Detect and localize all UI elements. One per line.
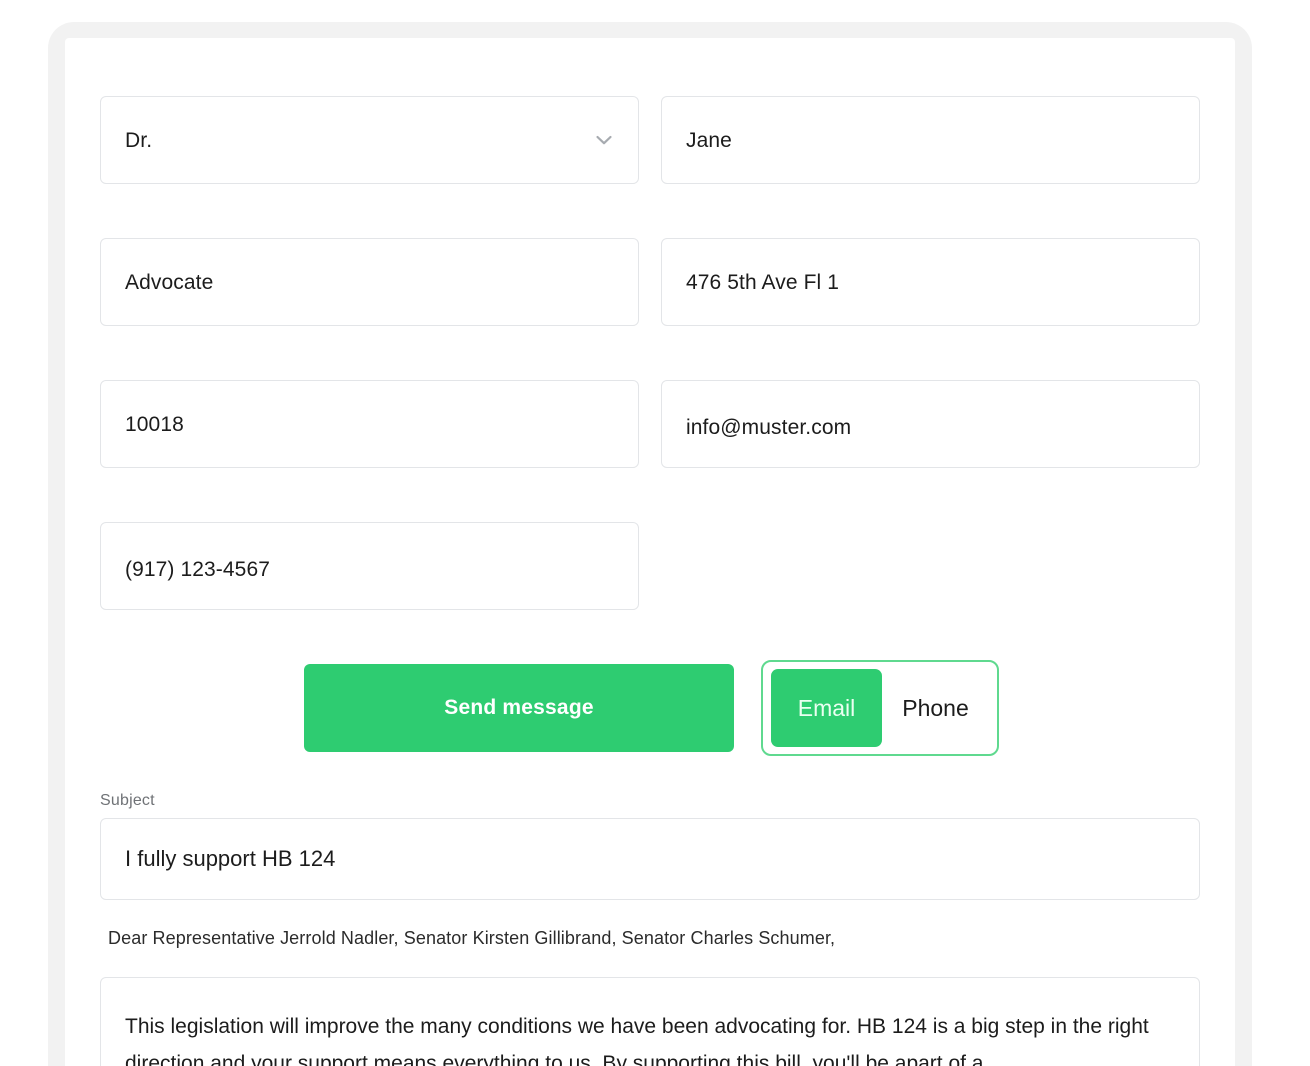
form-row-name: Dr. Jane	[100, 96, 1200, 184]
subject-value: I fully support HB 124	[125, 846, 336, 871]
zip-code-value: 10018	[125, 412, 184, 436]
message-textarea[interactable]: This legislation will improve the many c…	[100, 977, 1200, 1066]
email-field[interactable]: info@muster.com	[661, 380, 1200, 468]
form-row-role-address: Advocate 476 5th Ave Fl 1	[100, 238, 1200, 326]
role-field[interactable]: Advocate	[100, 238, 639, 326]
zip-code-field[interactable]: 10018	[100, 380, 639, 468]
subject-label: Subject	[100, 792, 155, 809]
subject-field[interactable]: I fully support HB 124	[100, 818, 1200, 900]
form-col-right-empty	[661, 522, 1200, 610]
send-message-button[interactable]: Send message	[304, 664, 734, 752]
form-col-left: 10018	[100, 380, 639, 468]
form-row-zip-email: 10018 info@muster.com	[100, 380, 1200, 468]
page-root: Dr. Jane Advocate 476 5th Ave Fl 1 10018…	[0, 0, 1310, 1066]
contact-form: Dr. Jane Advocate 476 5th Ave Fl 1 10018…	[100, 96, 1200, 1066]
prefix-select[interactable]: Dr.	[100, 96, 639, 184]
message-body-text: This legislation will improve the many c…	[125, 1015, 1149, 1066]
first-name-value: Jane	[686, 128, 732, 152]
street-address-field[interactable]: 476 5th Ave Fl 1	[661, 238, 1200, 326]
email-value: info@muster.com	[686, 415, 852, 439]
prefix-value: Dr.	[125, 128, 153, 152]
form-col-left: Dr.	[100, 96, 639, 184]
form-col-right: info@muster.com	[661, 380, 1200, 468]
form-row-phone: (917) 123-4567	[100, 522, 1200, 610]
subject-block: Subject I fully support HB 124	[100, 792, 1200, 900]
role-value: Advocate	[125, 270, 214, 294]
form-col-left: Advocate	[100, 238, 639, 326]
street-address-value: 476 5th Ave Fl 1	[686, 270, 839, 294]
action-row: Send message Email Phone	[100, 660, 1200, 764]
phone-field[interactable]: (917) 123-4567	[100, 522, 639, 610]
form-col-right: Jane	[661, 96, 1200, 184]
salutation-text: Dear Representative Jerrold Nadler, Sena…	[108, 928, 836, 948]
toggle-option-phone[interactable]: Phone	[882, 669, 989, 747]
form-col-left: (917) 123-4567	[100, 522, 639, 610]
chevron-down-icon[interactable]	[592, 128, 616, 152]
form-col-right: 476 5th Ave Fl 1	[661, 238, 1200, 326]
toggle-option-email[interactable]: Email	[771, 669, 882, 747]
first-name-field[interactable]: Jane	[661, 96, 1200, 184]
phone-value: (917) 123-4567	[125, 557, 271, 581]
channel-toggle[interactable]: Email Phone	[761, 660, 999, 756]
